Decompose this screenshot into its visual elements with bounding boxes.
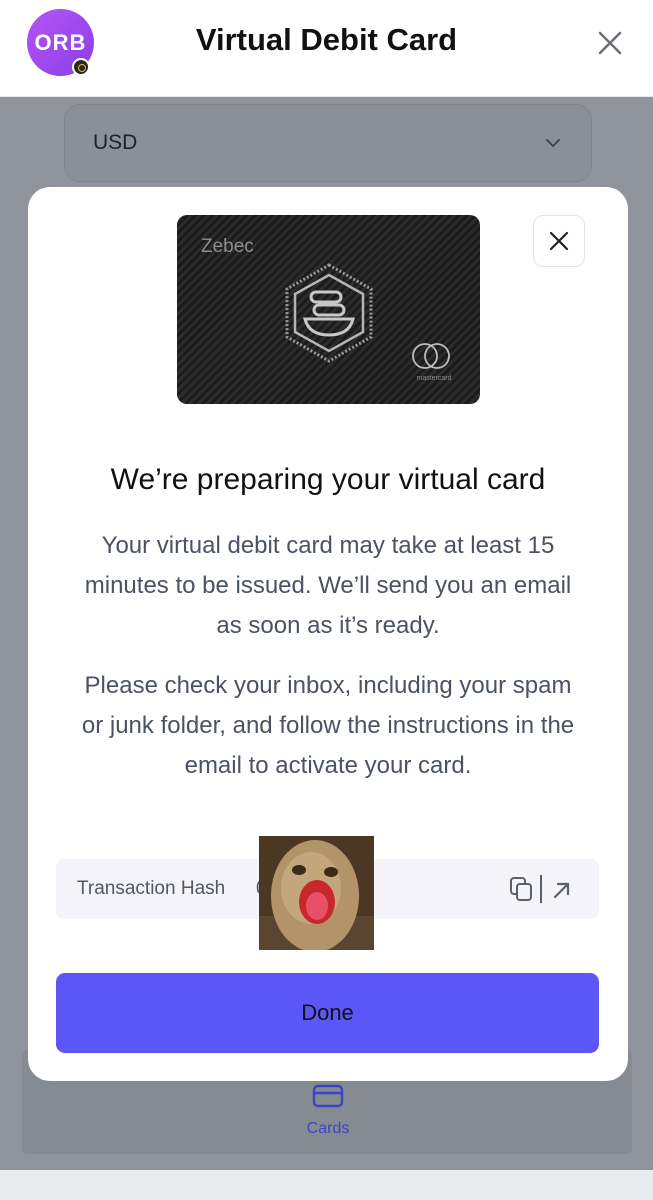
close-icon — [549, 231, 569, 251]
currency-value: USD — [93, 131, 138, 154]
close-icon[interactable] — [594, 27, 626, 59]
preparing-card-modal: Zebec mastercard We’re preparing your vi… — [28, 187, 628, 1081]
issue-time-message: Your virtual debit card may take at leas… — [84, 532, 572, 639]
external-link-icon[interactable] — [551, 879, 573, 901]
check-inbox-message: Please check your inbox, including your … — [81, 672, 575, 779]
virtual-card-image: Zebec mastercard — [177, 215, 480, 404]
page-title: Virtual Debit Card — [195, 22, 458, 57]
divider — [540, 875, 542, 903]
chevron-down-icon — [546, 139, 560, 148]
done-button[interactable]: Done — [56, 973, 599, 1053]
app-header: ORB Virtual Debit Card — [0, 0, 653, 97]
potato-sticker-image — [259, 836, 374, 950]
currency-select: USD — [64, 104, 592, 182]
card-brand: Zebec — [201, 236, 254, 257]
copy-icon[interactable] — [509, 876, 533, 902]
card-network-label: mastercard — [416, 375, 452, 382]
nav-item-cards: Cards — [290, 1083, 366, 1143]
modal-close-button[interactable] — [533, 215, 585, 267]
zebec-logo-icon — [285, 263, 373, 363]
mastercard-logo-icon — [412, 343, 450, 369]
wallet-badge-icon — [72, 58, 90, 76]
card-icon — [312, 1084, 344, 1108]
home-indicator-area — [0, 1170, 653, 1200]
nav-cards-label: Cards — [306, 1120, 350, 1137]
modal-title: We’re preparing your virtual card — [110, 463, 546, 496]
transaction-hash-label: Transaction Hash — [77, 878, 226, 899]
